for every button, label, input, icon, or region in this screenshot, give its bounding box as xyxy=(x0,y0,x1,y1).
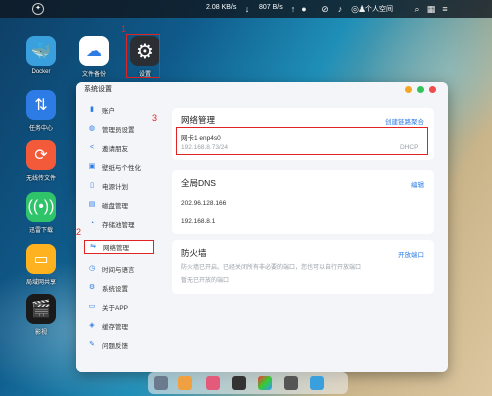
user-space-label[interactable]: 个人空间 xyxy=(365,4,393,14)
window-titlebar[interactable]: 系统设置 xyxy=(76,82,448,98)
cache-icon: ◈ xyxy=(89,322,95,329)
sidebar-item-wallpaper[interactable]: ▣ 壁纸与个性化 xyxy=(84,160,154,174)
storage-pool-icon: ◔ xyxy=(89,220,95,227)
sidebar-item-time-language[interactable]: ◷ 时间与语言 xyxy=(84,262,154,276)
dock-app-icon[interactable] xyxy=(310,376,324,390)
annotation-number-3: 3 xyxy=(152,113,158,123)
sidebar-item-invite[interactable]: < 邀请朋友 xyxy=(84,141,154,155)
desktop-icon-docker[interactable]: 🐳 Docker xyxy=(18,36,64,75)
dns-title: 全局DNS xyxy=(181,178,216,188)
dns-edit-link[interactable]: 编辑 xyxy=(411,179,424,189)
folder-icon: ▭ xyxy=(26,244,56,274)
dock-app-icon[interactable] xyxy=(284,376,298,390)
create-link-aggregation-link[interactable]: 创建链路聚合 xyxy=(385,116,424,126)
top-status-bar: ✦ 2.08 KB/s ↓ 807 B/s ↑ ● ⊘ ♪ ◎ 个人空间 ♟ ⌕… xyxy=(0,0,492,18)
search-icon[interactable]: ⌕ xyxy=(411,3,423,15)
clock-icon: ◷ xyxy=(88,265,96,272)
dns-server-1: 202.96.128.166 xyxy=(181,200,227,207)
system-logo-icon[interactable]: ✦ xyxy=(32,3,44,15)
menu-icon[interactable]: ≡ xyxy=(439,3,451,15)
download-speed: 2.08 KB/s xyxy=(206,4,237,11)
no-entry-icon[interactable]: ⊘ xyxy=(319,3,331,15)
transfer-icon: ⟳ xyxy=(26,140,56,170)
share-icon: < xyxy=(89,144,95,151)
cloud-icon: ☁ xyxy=(79,36,109,66)
about-icon: ▭ xyxy=(88,303,96,310)
dock-app-icon[interactable] xyxy=(206,376,220,390)
stop-icon[interactable]: ● xyxy=(298,3,310,15)
desktop-icon-lan-share[interactable]: ▭ 局域网共享 xyxy=(18,244,64,286)
firewall-description: 防火墙已开启。已经关闭所有非必要的端口，您也可以自行开放端口 xyxy=(181,265,362,271)
sidebar-item-feedback[interactable]: ✎ 问题反馈 xyxy=(84,338,154,352)
nic-ip: 192.168.8.73/24 xyxy=(181,144,228,151)
sidebar-item-network[interactable]: ⇋ 网络管理 xyxy=(84,240,154,254)
desktop-icon-video[interactable]: 🎬 影视 xyxy=(18,294,64,336)
dock-app-icon[interactable] xyxy=(154,376,168,390)
wireless-icon: ((•)) xyxy=(26,192,56,222)
annotation-box-1 xyxy=(126,34,160,78)
firewall-card: 防火墙 开放端口 防火墙已开启。已经关闭所有非必要的端口，您也可以自行开放端口 … xyxy=(172,240,434,294)
desktop-icon-wireless-transfer[interactable]: ⟳ 无线传文件 xyxy=(18,140,64,182)
open-port-link[interactable]: 开放端口 xyxy=(398,249,424,259)
dock xyxy=(148,372,348,394)
clapper-icon: 🎬 xyxy=(26,294,56,324)
sidebar-item-admin[interactable]: ◍ 管理员设置 xyxy=(84,122,154,136)
wallpaper-icon: ▣ xyxy=(88,163,96,170)
task-arrows-icon: ⇅ xyxy=(26,90,56,120)
sidebar-item-disk[interactable]: ▤ 磁盘管理 xyxy=(84,198,154,212)
settings-sidebar: ▮ 账户 ◍ 管理员设置 < 邀请朋友 ▣ 壁纸与个性化 ▯ 电源计划 ▤ 磁盘管理 ◔ 存储… xyxy=(76,98,156,372)
sidebar-item-system[interactable]: ⚙ 系统设置 xyxy=(84,281,154,295)
annotation-number-2: 2 xyxy=(76,227,82,237)
download-arrow-icon: ↓ xyxy=(244,4,250,14)
close-button[interactable] xyxy=(429,86,436,93)
dns-server-2: 192.168.8.1 xyxy=(181,218,216,225)
firewall-title: 防火墙 xyxy=(181,248,207,258)
nic-mode: DHCP xyxy=(400,144,419,151)
maximize-button[interactable] xyxy=(417,86,424,93)
annotation-number-1: 1 xyxy=(121,24,127,34)
dock-app-icon[interactable] xyxy=(258,376,272,390)
network-card: 网络管理 创建链路聚合 网卡1 enp4s0 192.168.8.73/24 D… xyxy=(172,108,434,160)
dock-app-icon[interactable] xyxy=(178,376,192,390)
desktop-icon-backup[interactable]: ☁ 文件备份 xyxy=(71,36,117,78)
nic-name[interactable]: 网卡1 enp4s0 xyxy=(181,132,221,142)
sidebar-item-about[interactable]: ▭ 关于APP xyxy=(84,300,154,314)
dns-card: 全局DNS 编辑 202.96.128.166 192.168.8.1 xyxy=(172,170,434,234)
upload-speed: 807 B/s xyxy=(259,4,283,11)
sidebar-item-cache[interactable]: ◈ 缓存管理 xyxy=(84,319,154,333)
system-icon: ⚙ xyxy=(88,284,96,291)
sidebar-item-storage-pool[interactable]: ◔ 存储池管理 xyxy=(84,217,154,231)
network-icon: ⇋ xyxy=(90,243,96,250)
minimize-button[interactable] xyxy=(405,86,412,93)
desktop-icon-thunder[interactable]: ((•)) 迅雷下载 xyxy=(18,192,64,234)
network-title: 网络管理 xyxy=(181,115,216,125)
docker-icon: 🐳 xyxy=(26,36,56,66)
grid-icon[interactable]: ▦ xyxy=(425,3,437,15)
sidebar-item-account[interactable]: ▮ 账户 xyxy=(84,103,154,117)
user-icon: ▮ xyxy=(90,106,94,113)
bell-icon[interactable]: ♪ xyxy=(334,3,346,15)
window-title: 系统设置 xyxy=(84,86,112,93)
desktop-icon-tasks[interactable]: ⇅ 任务中心 xyxy=(18,90,64,132)
settings-window: 系统设置 ▮ 账户 ◍ 管理员设置 < 邀请朋友 ▣ 壁纸与个性化 ▯ 电源计划 ▤ 磁盘管… xyxy=(76,82,448,372)
dock-app-icon[interactable] xyxy=(232,376,246,390)
disk-icon: ▤ xyxy=(88,201,96,208)
admin-icon: ◍ xyxy=(88,125,96,132)
power-icon: ▯ xyxy=(90,182,94,189)
sidebar-item-power[interactable]: ▯ 电源计划 xyxy=(84,179,154,193)
firewall-empty-text: 暂无已开放的端口 xyxy=(181,278,230,284)
feedback-icon: ✎ xyxy=(89,341,95,348)
user-icon[interactable]: ♟ xyxy=(356,3,368,15)
